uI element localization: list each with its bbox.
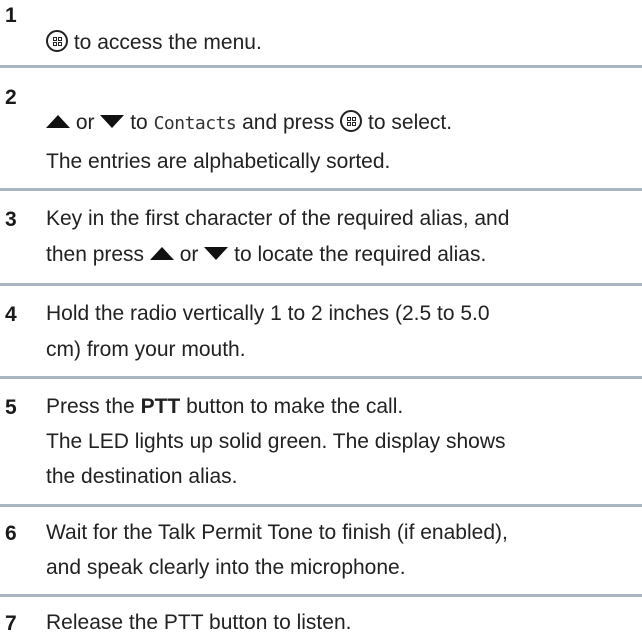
step-text: Key in the first character of the requir…	[46, 207, 510, 230]
step-note: The entries are alphabetically sorted.	[46, 150, 391, 173]
ptt-label: PTT	[140, 395, 181, 418]
down-arrow-icon	[204, 247, 229, 260]
step-number: 1	[5, 4, 17, 27]
separator	[0, 188, 642, 191]
step-number: 2	[5, 86, 17, 109]
step-number: 6	[5, 522, 17, 545]
separator	[0, 594, 642, 597]
step-text: cm) from your mouth.	[46, 338, 246, 361]
menu-ok-button-icon	[340, 110, 363, 132]
step-number: 5	[5, 396, 17, 419]
step-text: then press or to locate the required ali…	[46, 243, 487, 266]
down-arrow-icon	[100, 115, 125, 128]
separator	[0, 283, 642, 286]
up-arrow-icon	[149, 247, 174, 260]
separator	[0, 65, 642, 68]
separator	[0, 376, 642, 379]
step-number: 4	[5, 303, 17, 326]
menu-ok-button-icon	[46, 30, 68, 52]
step-number: 3	[5, 208, 17, 231]
step-text: Hold the radio vertically 1 to 2 inches …	[46, 302, 490, 325]
step-text: or to Contacts and press to select.	[46, 110, 452, 133]
step-number: 7	[5, 612, 17, 635]
step-text: Press the PTT button to make the call.	[46, 395, 404, 418]
step-text: The LED lights up solid green. The displ…	[46, 430, 506, 453]
step-text: and speak clearly into the microphone.	[46, 556, 406, 579]
separator	[0, 504, 642, 507]
step-text: the destination alias.	[46, 465, 238, 488]
step-text: to access the menu.	[46, 30, 262, 53]
step-text: Wait for the Talk Permit Tone to finish …	[46, 521, 508, 544]
menu-item-name: Contacts	[153, 113, 237, 134]
step-text: Release the PTT button to listen.	[46, 611, 352, 634]
up-arrow-icon	[46, 115, 70, 128]
